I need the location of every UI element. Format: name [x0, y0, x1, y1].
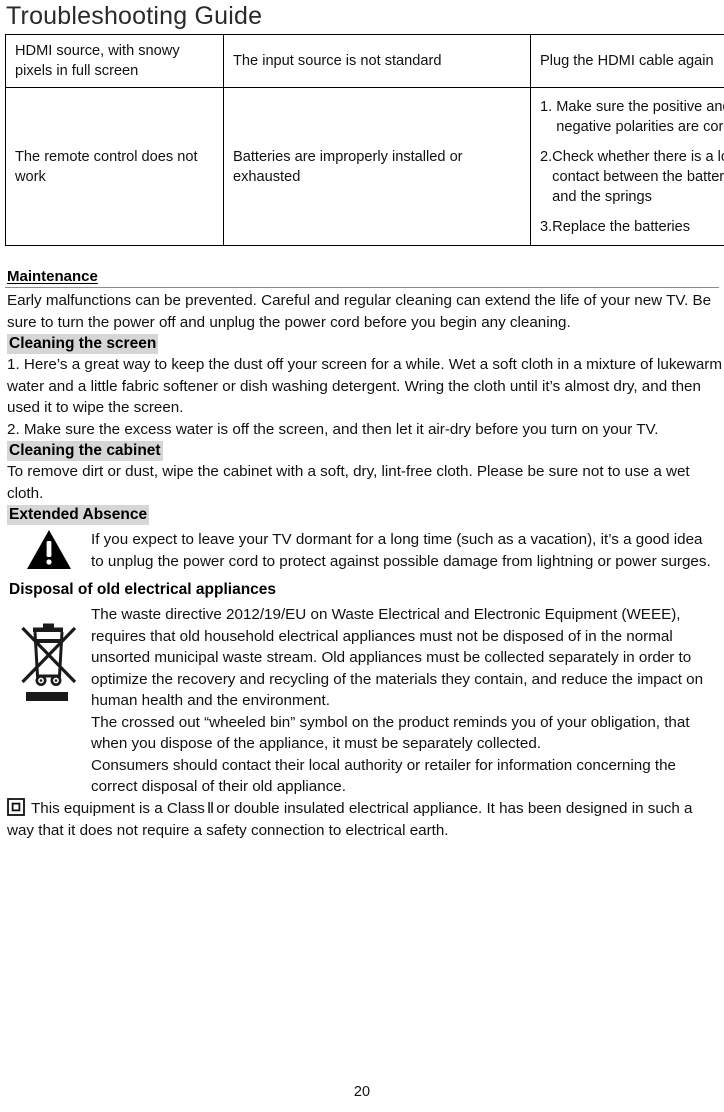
table-cell-solution-steps: 1. Make sure the positive and the negati…	[530, 87, 724, 246]
disposal-paragraph-2: The crossed out “wheeled bin” symbol on …	[91, 713, 690, 753]
table-cell-solution: Plug the HDMI cable again	[530, 34, 724, 88]
page-title: Troubleshooting Guide	[6, 2, 263, 30]
table-row: The remote control does not work Batteri…	[5, 87, 724, 246]
extended-absence-text: If you expect to leave your TV dormant f…	[91, 531, 711, 570]
disposal-block: The waste directive 2012/19/EU on Waste …	[7, 604, 719, 798]
table-cell-symptom: HDMI source, with snowy pixels in full s…	[5, 34, 224, 88]
warning-triangle-icon	[27, 530, 71, 569]
page-number: 20	[353, 1084, 371, 1100]
crossed-out-wheeled-bin-icon	[21, 623, 77, 701]
troubleshooting-table: HDMI source, with snowy pixels in full s…	[5, 34, 724, 246]
class-2-text-before: This equipment is a Class	[31, 799, 205, 817]
maintenance-heading: Maintenance	[7, 268, 98, 285]
cleaning-cabinet-heading: Cleaning the cabinet	[7, 441, 163, 461]
solution-step-text: Replace the batteries	[552, 219, 691, 235]
solution-step: 1. Make sure the positive and the negati…	[540, 97, 724, 137]
solution-step-number: 1.	[540, 99, 557, 115]
table-cell-cause: The input source is not standard	[223, 34, 531, 88]
cleaning-screen-step2: 2. Make sure the excess water is off the…	[7, 420, 659, 438]
table-cell-cause: Batteries are improperly installed or ex…	[223, 87, 531, 246]
class-2-statement: This equipment is a Class Ⅱor double insu…	[7, 797, 719, 842]
maintenance-section: Maintenance Early malfunctions can be pr…	[5, 246, 722, 572]
document-page: Troubleshooting Guide HDMI source, with …	[0, 0, 724, 1112]
solution-step: 3. Replace the batteries	[540, 217, 724, 237]
disposal-paragraph-1: The waste directive 2012/19/EU on Waste …	[91, 606, 704, 709]
solution-step-number: 3.	[540, 219, 553, 235]
table-row: HDMI source, with snowy pixels in full s…	[5, 34, 724, 88]
class-2-roman-numeral: Ⅱ	[206, 800, 215, 817]
disposal-paragraph-3: Consumers should contact their local aut…	[91, 756, 677, 796]
class-2-double-insulated-icon	[7, 797, 25, 816]
table-cell-symptom: The remote control does not work	[5, 87, 224, 246]
warning-icon-cell	[7, 529, 91, 571]
cleaning-screen-step1: 1. Here’s a great way to keep the dust o…	[7, 356, 722, 416]
cleaning-screen-heading: Cleaning the screen	[7, 334, 159, 354]
solution-step-number: 2.	[540, 149, 553, 165]
heading-divider	[5, 287, 719, 288]
maintenance-intro-text: Early malfunctions can be prevented. Car…	[7, 292, 712, 331]
extended-absence-heading: Extended Absence	[7, 505, 150, 525]
extended-absence-block: If you expect to leave your TV dormant f…	[7, 529, 719, 572]
solution-step-text: Check whether there is a loose contact b…	[552, 149, 724, 205]
disposal-section: Disposal of old electrical appliances Th…	[5, 572, 719, 798]
extended-absence-text-cell: If you expect to leave your TV dormant f…	[91, 529, 719, 572]
solution-step: 2. Check whether there is a loose contac…	[540, 147, 724, 207]
solution-step-text: Make sure the positive and the negative …	[556, 99, 724, 135]
disposal-heading: Disposal of old electrical appliances	[9, 581, 277, 598]
weee-icon-cell	[7, 604, 91, 706]
cleaning-cabinet-text: To remove dirt or dust, wipe the cabinet…	[7, 463, 690, 502]
disposal-text-cell: The waste directive 2012/19/EU on Waste …	[91, 604, 719, 798]
